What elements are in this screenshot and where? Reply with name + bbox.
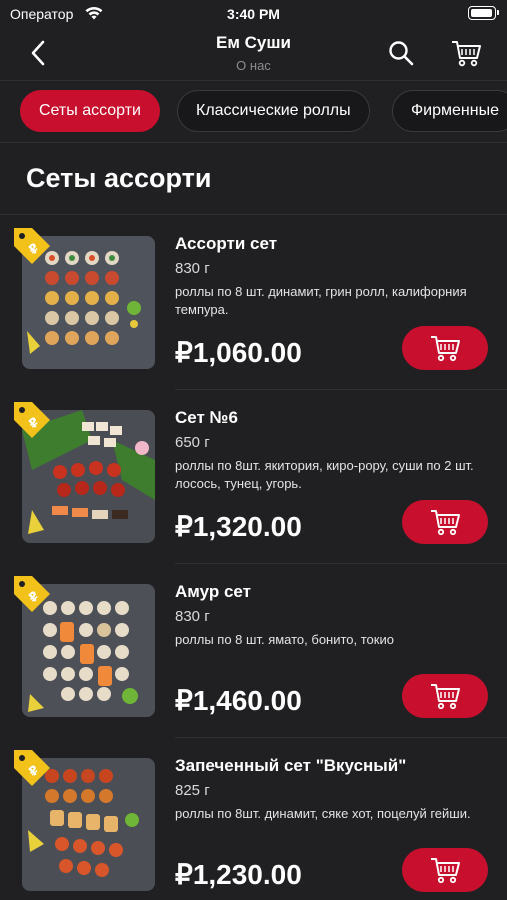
product-price: ₽1,460.00	[175, 685, 302, 716]
product-price: ₽1,320.00	[175, 511, 302, 542]
status-bar: Оператор 3:40 PM	[0, 0, 507, 28]
product-description: роллы по 8шт. якитория, киро-рору, суши …	[175, 458, 474, 491]
add-to-cart-icon	[431, 858, 460, 884]
add-to-cart-button[interactable]	[402, 848, 488, 892]
cart-button[interactable]	[450, 38, 482, 68]
status-time: 3:40 PM	[227, 6, 280, 22]
add-to-cart-icon	[431, 684, 460, 710]
section-divider	[0, 214, 507, 215]
add-to-cart-icon	[431, 336, 460, 362]
product-price: ₽1,230.00	[175, 859, 302, 890]
tab-signature[interactable]: Фирменные	[392, 90, 507, 132]
discount-tag-icon: ₽	[14, 402, 50, 438]
section-title: Сеты ассорти	[26, 163, 212, 193]
product-price: ₽1,060.00	[175, 337, 302, 368]
product-card[interactable]: ₽ Сет №6 650 г роллы по 8шт. якитория, к…	[0, 390, 507, 564]
add-to-cart-button[interactable]	[402, 326, 488, 370]
add-to-cart-button[interactable]	[402, 674, 488, 718]
tab-sets-assorti[interactable]: Сеты ассорти	[20, 90, 160, 132]
discount-tag-icon: ₽	[14, 750, 50, 786]
product-weight: 830 г	[175, 260, 210, 277]
chevron-left-icon	[31, 40, 45, 66]
discount-tag-icon: ₽	[14, 576, 50, 612]
header-divider	[0, 80, 507, 81]
battery-icon	[468, 6, 499, 20]
cart-icon	[452, 41, 481, 67]
product-weight: 830 г	[175, 608, 210, 625]
product-name: Запеченный сет "Вкусный"	[175, 756, 407, 775]
product-weight: 825 г	[175, 782, 210, 799]
about-link[interactable]: О нас	[0, 58, 507, 73]
product-card[interactable]: ₽ Запеченный сет "Вкусный" 825 г роллы п…	[0, 738, 507, 900]
page-title: Ем Суши	[216, 33, 291, 52]
product-name: Амур сет	[175, 582, 251, 601]
nav-bar: Ем Суши О нас	[0, 28, 507, 78]
product-name: Ассорти сет	[175, 234, 278, 253]
search-icon	[389, 41, 414, 66]
category-tabs: Сеты ассорти Классические роллы Фирменны…	[0, 90, 507, 132]
add-to-cart-button[interactable]	[402, 500, 488, 544]
product-weight: 650 г	[175, 434, 210, 451]
back-button[interactable]	[22, 36, 56, 70]
product-name: Сет №6	[175, 408, 238, 427]
tab-classic-rolls[interactable]: Классические роллы	[177, 90, 370, 132]
product-description: роллы по 8шт. динамит, сяке хот, поцелуй…	[175, 806, 471, 821]
product-description: роллы по 8 шт. ямато, бонито, токио	[175, 632, 394, 647]
search-button[interactable]	[386, 38, 416, 68]
discount-tag-icon: ₽	[14, 228, 50, 264]
product-card[interactable]: ₽ Ассорти сет 830 г роллы по 8 шт. динам…	[0, 216, 507, 390]
product-description: роллы по 8 шт. динамит, грин ролл, калиф…	[175, 284, 467, 317]
nav-title-block: Ем Суши О нас	[0, 33, 507, 73]
tabs-divider	[0, 142, 507, 143]
add-to-cart-icon	[431, 510, 460, 536]
product-card[interactable]: ₽ Амур сет 830 г роллы по 8 шт. ямато, б…	[0, 564, 507, 738]
